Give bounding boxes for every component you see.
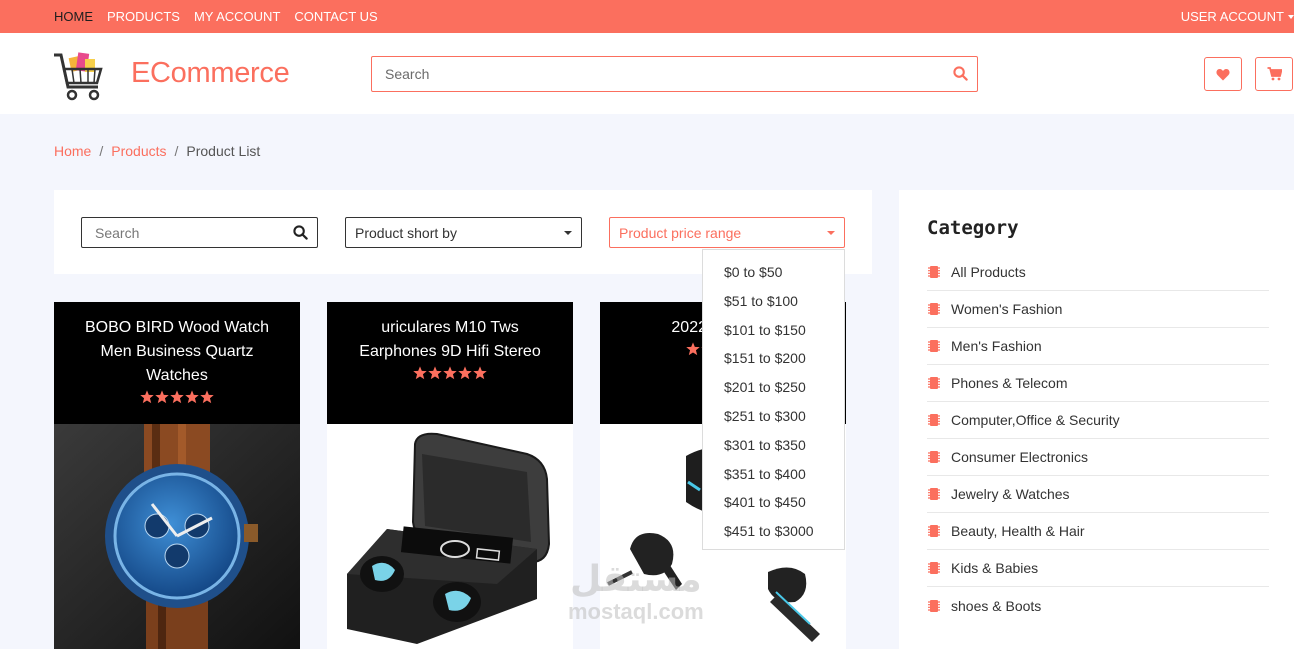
microchip-icon (928, 377, 940, 389)
star-icon (185, 390, 199, 404)
category-label: All Products (951, 264, 1026, 280)
microchip-icon (928, 451, 940, 463)
nav-products[interactable]: PRODUCTS (107, 9, 180, 24)
star-icon (200, 390, 214, 404)
breadcrumb-home[interactable]: Home (54, 143, 91, 159)
price-option[interactable]: $351 to $400 (703, 460, 844, 489)
brand-name[interactable]: ECommerce (131, 57, 290, 90)
category-item[interactable]: Men's Fashion (927, 328, 1269, 365)
category-item[interactable]: All Products (927, 254, 1269, 291)
breadcrumb-current: Product List (186, 143, 261, 159)
category-item[interactable]: Computer,Office & Security (927, 402, 1269, 439)
category-item[interactable]: Jewelry & Watches (927, 476, 1269, 513)
user-account-label: USER ACCOUNT (1180, 9, 1284, 24)
header-search-input[interactable] (372, 57, 932, 91)
microchip-icon (928, 525, 940, 537)
price-option[interactable]: $151 to $200 (703, 344, 844, 373)
product-card[interactable]: uriculares M10 Tws Earphones 9D Hifi Ste… (327, 302, 573, 649)
search-icon[interactable] (953, 66, 968, 81)
microchip-icon (928, 414, 940, 426)
microchip-icon (928, 488, 940, 500)
price-option[interactable]: $451 to $3000 (703, 517, 844, 546)
shopping-cart-logo-icon[interactable] (52, 47, 106, 103)
category-label: Computer,Office & Security (951, 412, 1120, 428)
category-list: All Products Women's Fashion Men's Fashi… (927, 254, 1269, 624)
category-item[interactable]: shoes & Boots (927, 587, 1269, 624)
nav-home[interactable]: HOME (54, 9, 93, 24)
star-icon (686, 342, 700, 356)
caret-down-icon (827, 231, 835, 235)
product-title[interactable]: BOBO BIRD Wood Watch Men Business Quartz… (72, 316, 282, 388)
wishlist-button[interactable] (1204, 57, 1242, 91)
product-rating (345, 366, 555, 380)
price-option[interactable]: $201 to $250 (703, 373, 844, 402)
product-search-input[interactable] (82, 218, 282, 247)
category-panel: Category All Products Women's Fashion Me… (899, 190, 1294, 649)
category-label: shoes & Boots (951, 597, 1042, 614)
star-icon (473, 366, 487, 380)
star-icon (413, 366, 427, 380)
header: ECommerce (0, 33, 1294, 114)
price-range-label: Product price range (619, 224, 742, 241)
category-label: Jewelry & Watches (951, 486, 1070, 502)
nav-contact-us[interactable]: CONTACT US (294, 9, 377, 24)
search-icon[interactable] (293, 225, 308, 240)
category-label: Beauty, Health & Hair (951, 523, 1085, 539)
microchip-icon (928, 266, 940, 278)
breadcrumb-products[interactable]: Products (111, 143, 166, 159)
breadcrumb-separator: / (174, 143, 179, 159)
top-nav: HOME PRODUCTS MY ACCOUNT CONTACT US (54, 9, 378, 24)
microchip-icon (928, 303, 940, 315)
price-option[interactable]: $251 to $300 (703, 402, 844, 431)
category-label: Phones & Telecom (951, 375, 1068, 391)
star-icon (170, 390, 184, 404)
sort-select[interactable]: Product short by (345, 217, 582, 248)
top-bar: HOME PRODUCTS MY ACCOUNT CONTACT US USER… (0, 0, 1294, 33)
category-item[interactable]: Beauty, Health & Hair (927, 513, 1269, 550)
heart-icon (1216, 68, 1230, 80)
price-option[interactable]: $101 to $150 (703, 316, 844, 345)
caret-down-icon (564, 231, 572, 235)
microchip-icon (928, 340, 940, 352)
cart-button[interactable] (1255, 57, 1293, 91)
microchip-icon (928, 562, 940, 574)
category-label: Women's Fashion (951, 301, 1063, 317)
price-option[interactable]: $0 to $50 (703, 258, 844, 287)
header-search (371, 56, 978, 92)
sort-select-label: Product short by (355, 224, 457, 241)
category-item[interactable]: Women's Fashion (927, 291, 1269, 328)
category-item[interactable]: Consumer Electronics (927, 439, 1269, 476)
price-range-dropdown: $0 to $50 $51 to $100 $101 to $150 $151 … (702, 249, 845, 550)
microchip-icon (928, 599, 940, 612)
product-rating (72, 390, 282, 404)
star-icon (443, 366, 457, 380)
price-option[interactable]: $51 to $100 (703, 287, 844, 316)
product-image-earbuds[interactable] (327, 424, 573, 649)
star-icon (140, 390, 154, 404)
product-search (81, 217, 318, 248)
breadcrumb: Home / Products / Product List (54, 143, 260, 159)
caret-down-icon (1288, 14, 1294, 19)
category-label: Men's Fashion (951, 338, 1042, 354)
category-label: Kids & Babies (951, 560, 1039, 576)
category-item[interactable]: Kids & Babies (927, 550, 1269, 587)
product-card-header: uriculares M10 Tws Earphones 9D Hifi Ste… (327, 302, 573, 424)
product-title[interactable]: uriculares M10 Tws Earphones 9D Hifi Ste… (345, 316, 555, 364)
category-item[interactable]: Phones & Telecom (927, 365, 1269, 402)
star-icon (458, 366, 472, 380)
product-card[interactable]: BOBO BIRD Wood Watch Men Business Quartz… (54, 302, 300, 649)
price-range-select[interactable]: Product price range (609, 217, 845, 248)
nav-my-account[interactable]: MY ACCOUNT (194, 9, 280, 24)
user-account-menu[interactable]: USER ACCOUNT (1181, 9, 1294, 24)
category-title: Category (927, 217, 1019, 239)
price-option[interactable]: $401 to $450 (703, 488, 844, 517)
cart-icon (1267, 67, 1282, 81)
star-icon (428, 366, 442, 380)
price-option[interactable]: $301 to $350 (703, 431, 844, 460)
breadcrumb-separator: / (99, 143, 104, 159)
product-image-wood-watch[interactable] (54, 424, 300, 649)
category-label: Consumer Electronics (951, 449, 1088, 465)
star-icon (155, 390, 169, 404)
product-card-header: BOBO BIRD Wood Watch Men Business Quartz… (54, 302, 300, 424)
